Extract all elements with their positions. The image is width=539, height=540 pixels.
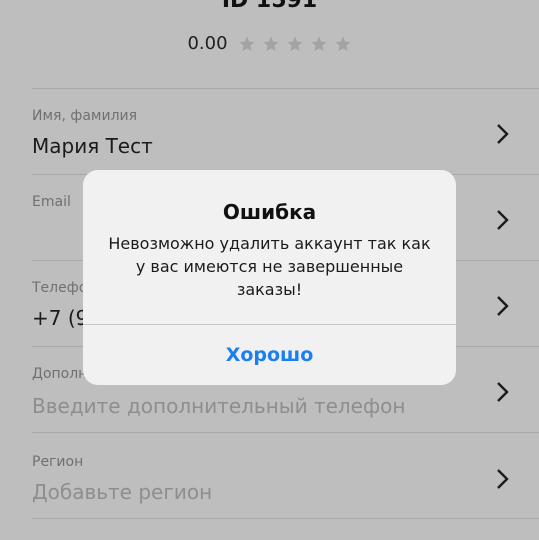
divider xyxy=(32,518,539,519)
star-icon xyxy=(239,36,255,51)
chevron-right-icon xyxy=(495,468,509,490)
chevron-right-icon xyxy=(495,295,509,317)
name-field-value: Мария Тест xyxy=(32,134,153,158)
alert-message: Невозможно удалить аккаунт так как у вас… xyxy=(108,234,431,299)
extra-phone-placeholder: Введите дополнительный телефон xyxy=(32,394,406,418)
chevron-right-icon xyxy=(495,123,509,145)
name-field-label: Имя, фамилия xyxy=(32,108,138,124)
rating-row: 0.00 xyxy=(0,33,539,54)
phone-field-value: +7 (9 xyxy=(32,306,89,330)
alert-title: Ошибка xyxy=(222,200,317,224)
chevron-right-icon xyxy=(495,381,509,403)
region-field[interactable]: Регион Добавьте регион xyxy=(32,432,509,518)
profile-screen: ID 1591 0.00 Имя, фамилия Мария Тест Ema… xyxy=(0,0,539,540)
region-field-label: Регион xyxy=(32,454,84,470)
star-icon xyxy=(335,36,351,51)
star-icon xyxy=(263,36,279,51)
rating-value: 0.00 xyxy=(187,33,228,54)
email-field-label: Email xyxy=(32,194,71,210)
name-field[interactable]: Имя, фамилия Мария Тест xyxy=(32,88,509,174)
star-icon xyxy=(311,36,327,51)
star-icon xyxy=(287,36,303,51)
alert-ok-button[interactable]: Хорошо xyxy=(83,325,456,385)
profile-id: ID 1591 xyxy=(221,0,318,13)
chevron-right-icon xyxy=(495,209,509,231)
error-alert-dialog: Ошибка Невозможно удалить аккаунт так ка… xyxy=(83,170,456,385)
region-placeholder: Добавьте регион xyxy=(32,480,213,504)
